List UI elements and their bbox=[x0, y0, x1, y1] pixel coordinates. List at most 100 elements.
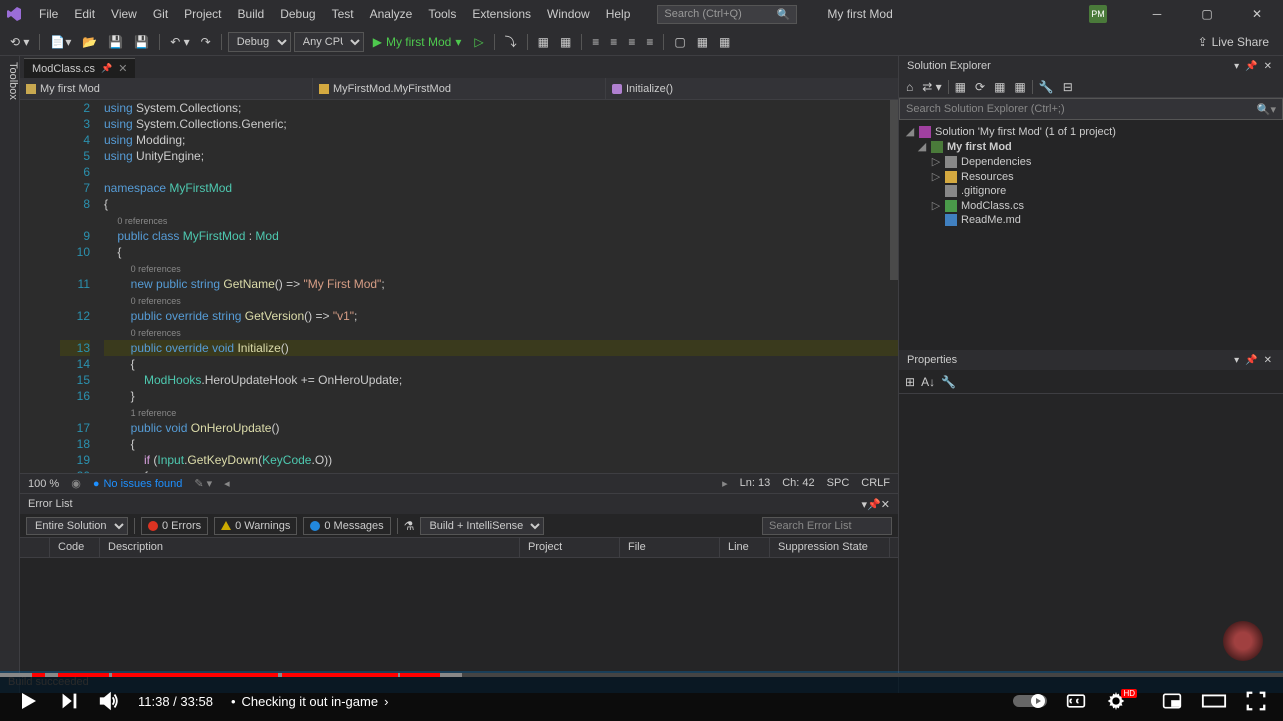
tree-node[interactable]: ▷ModClass.cs bbox=[903, 198, 1279, 213]
miniplayer-button[interactable] bbox=[1161, 691, 1183, 711]
line-ending[interactable]: CRLF bbox=[861, 477, 890, 490]
start-button[interactable]: ▶ My first Mod ▾ bbox=[367, 33, 468, 51]
menu-project[interactable]: Project bbox=[177, 4, 228, 24]
dropdown-icon[interactable]: ▾ bbox=[1231, 355, 1242, 366]
bookmark-button[interactable]: ▢ bbox=[670, 31, 689, 53]
tool-icon[interactable]: ▦ bbox=[534, 31, 553, 53]
solution-root[interactable]: ◢ Solution 'My first Mod' (1 of 1 projec… bbox=[903, 124, 1279, 139]
tree-node[interactable]: ReadMe.md bbox=[903, 213, 1279, 227]
home-icon[interactable]: ⌂ bbox=[903, 78, 916, 96]
error-col[interactable]: Line bbox=[720, 538, 770, 557]
step-button[interactable]: ⤵ bbox=[501, 31, 521, 53]
redo-button[interactable]: ↷ bbox=[197, 31, 215, 53]
start-without-debug-button[interactable]: ▷ bbox=[470, 31, 487, 53]
wrench-icon[interactable]: 🔧 bbox=[941, 375, 956, 389]
warnings-filter[interactable]: 0 Warnings bbox=[214, 517, 297, 535]
sort-icon[interactable]: A↓ bbox=[921, 375, 935, 389]
wrench-icon[interactable]: 🔧 bbox=[1036, 78, 1057, 96]
tool-icon[interactable]: ▦ bbox=[693, 31, 712, 53]
error-col[interactable] bbox=[20, 538, 50, 557]
error-search[interactable]: Search Error List bbox=[762, 517, 892, 535]
menu-debug[interactable]: Debug bbox=[273, 4, 322, 24]
menu-extensions[interactable]: Extensions bbox=[465, 4, 538, 24]
messages-filter[interactable]: 0 Messages bbox=[303, 517, 390, 535]
nav-project[interactable]: My first Mod bbox=[20, 78, 313, 99]
config-dropdown[interactable]: Debug bbox=[228, 32, 291, 52]
tool-icon[interactable]: ▦ bbox=[556, 31, 575, 53]
errors-filter[interactable]: 0 Errors bbox=[141, 517, 208, 535]
close-tab-icon[interactable]: ✕ bbox=[118, 62, 127, 75]
captions-button[interactable] bbox=[1065, 691, 1087, 711]
nav-member[interactable]: Initialize() bbox=[606, 78, 898, 99]
switch-icon[interactable]: ⇄ ▾ bbox=[919, 78, 944, 96]
play-button[interactable] bbox=[16, 689, 40, 713]
zoom-level[interactable]: 100 % bbox=[28, 478, 59, 490]
menu-view[interactable]: View bbox=[104, 4, 144, 24]
open-button[interactable]: 📂 bbox=[78, 31, 101, 53]
nav-class[interactable]: MyFirstMod.MyFirstMod bbox=[313, 78, 606, 99]
pin-icon[interactable]: 📌 bbox=[1242, 61, 1260, 72]
search-box[interactable]: Search (Ctrl+Q) 🔍 bbox=[657, 5, 797, 24]
pin-icon[interactable]: 📌 bbox=[867, 498, 881, 511]
close-button[interactable]: ✕ bbox=[1237, 0, 1277, 28]
file-tab[interactable]: ModClass.cs 📌 ✕ bbox=[24, 58, 135, 78]
new-button[interactable]: 📄▾ bbox=[46, 31, 75, 53]
menu-build[interactable]: Build bbox=[231, 4, 272, 24]
save-button[interactable]: 💾 bbox=[104, 31, 127, 53]
pin-icon[interactable]: 📌 bbox=[1242, 355, 1260, 366]
tool-icon[interactable]: ⊟ bbox=[1060, 78, 1076, 96]
fullscreen-button[interactable] bbox=[1245, 690, 1267, 712]
solution-search[interactable]: Search Solution Explorer (Ctrl+;) 🔍▾ bbox=[899, 98, 1283, 120]
video-progress-bar[interactable] bbox=[0, 673, 1283, 677]
autoplay-toggle[interactable] bbox=[1013, 692, 1047, 710]
tool-icon[interactable]: ▦ bbox=[991, 78, 1008, 96]
tool-icon[interactable]: ▦ bbox=[715, 31, 734, 53]
comment-button[interactable]: ≡ bbox=[624, 31, 639, 53]
build-filter-dropdown[interactable]: Build + IntelliSense bbox=[420, 517, 544, 535]
tool-icon[interactable]: ▦ bbox=[952, 78, 969, 96]
error-col[interactable]: File bbox=[620, 538, 720, 557]
issues-indicator[interactable]: ● No issues found bbox=[93, 478, 183, 490]
code-editor[interactable]: 2345678910111213141516171819202122232425… bbox=[20, 100, 898, 473]
menu-git[interactable]: Git bbox=[146, 4, 175, 24]
menu-edit[interactable]: Edit bbox=[67, 4, 102, 24]
indent-mode[interactable]: SPC bbox=[827, 477, 850, 490]
error-col[interactable]: Description bbox=[100, 538, 520, 557]
menu-test[interactable]: Test bbox=[325, 4, 361, 24]
scroll-indicator[interactable] bbox=[890, 100, 898, 280]
uncomment-button[interactable]: ≡ bbox=[642, 31, 657, 53]
user-avatar[interactable]: PM bbox=[1089, 5, 1107, 23]
pin-icon[interactable]: 📌 bbox=[101, 63, 112, 74]
menu-window[interactable]: Window bbox=[540, 4, 597, 24]
volume-button[interactable] bbox=[98, 690, 120, 712]
maximize-button[interactable]: ▢ bbox=[1187, 0, 1227, 28]
scope-dropdown[interactable]: Entire Solution bbox=[26, 517, 128, 535]
toolbox-tab[interactable]: Toolbox bbox=[0, 56, 20, 693]
next-button[interactable] bbox=[58, 690, 80, 712]
dropdown-icon[interactable]: ▾ bbox=[1231, 61, 1242, 72]
indent-button[interactable]: ≡ bbox=[588, 31, 603, 53]
settings-button[interactable]: HD bbox=[1105, 690, 1143, 712]
tree-node[interactable]: ▷Resources bbox=[903, 169, 1279, 184]
outdent-button[interactable]: ≡ bbox=[606, 31, 621, 53]
menu-tools[interactable]: Tools bbox=[421, 4, 463, 24]
error-col[interactable]: Code bbox=[50, 538, 100, 557]
close-panel-icon[interactable]: ✕ bbox=[1261, 61, 1275, 72]
close-panel-icon[interactable]: ✕ bbox=[1261, 355, 1275, 366]
tree-node[interactable]: .gitignore bbox=[903, 184, 1279, 198]
video-chapter[interactable]: • Checking it out in-game › bbox=[231, 694, 388, 709]
menu-analyze[interactable]: Analyze bbox=[363, 4, 420, 24]
minimize-button[interactable]: ─ bbox=[1137, 0, 1177, 28]
error-col[interactable]: Suppression State bbox=[770, 538, 890, 557]
close-panel-icon[interactable]: ✕ bbox=[881, 498, 890, 511]
menu-file[interactable]: File bbox=[32, 4, 65, 24]
tree-node[interactable]: ◢My first Mod bbox=[903, 139, 1279, 154]
filter-icon[interactable]: ⚗ bbox=[404, 519, 415, 533]
platform-dropdown[interactable]: Any CPU bbox=[294, 32, 364, 52]
menu-help[interactable]: Help bbox=[599, 4, 638, 24]
theater-button[interactable] bbox=[1201, 691, 1227, 711]
tool-icon[interactable]: ▦ bbox=[1011, 78, 1028, 96]
categorize-icon[interactable]: ⊞ bbox=[905, 375, 915, 389]
error-col[interactable]: Project bbox=[520, 538, 620, 557]
live-share-button[interactable]: ⇪ Live Share bbox=[1190, 32, 1277, 52]
